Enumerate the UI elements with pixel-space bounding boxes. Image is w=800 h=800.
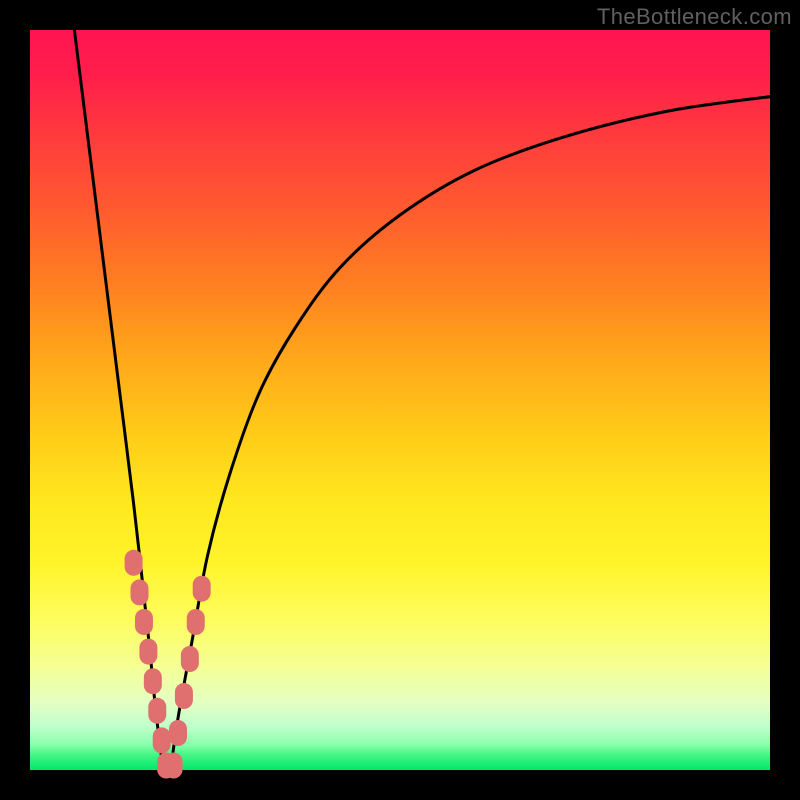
highlight-marker [139, 639, 157, 665]
highlight-marker [169, 720, 187, 746]
watermark-label: TheBottleneck.com [597, 4, 792, 30]
curve-right-branch [171, 97, 770, 770]
marker-layer [125, 550, 211, 779]
highlight-marker [144, 668, 162, 694]
highlight-marker [153, 727, 171, 753]
chart-plot-area [30, 30, 770, 770]
curves-svg [30, 30, 770, 770]
highlight-marker [148, 698, 166, 724]
chart-frame: TheBottleneck.com [0, 0, 800, 800]
highlight-marker [135, 609, 153, 635]
highlight-marker [175, 683, 193, 709]
highlight-marker [187, 609, 205, 635]
highlight-marker [193, 576, 211, 602]
highlight-marker [131, 579, 149, 605]
highlight-marker [125, 550, 143, 576]
curve-layer [74, 30, 770, 770]
highlight-marker [165, 753, 183, 779]
highlight-marker [181, 646, 199, 672]
